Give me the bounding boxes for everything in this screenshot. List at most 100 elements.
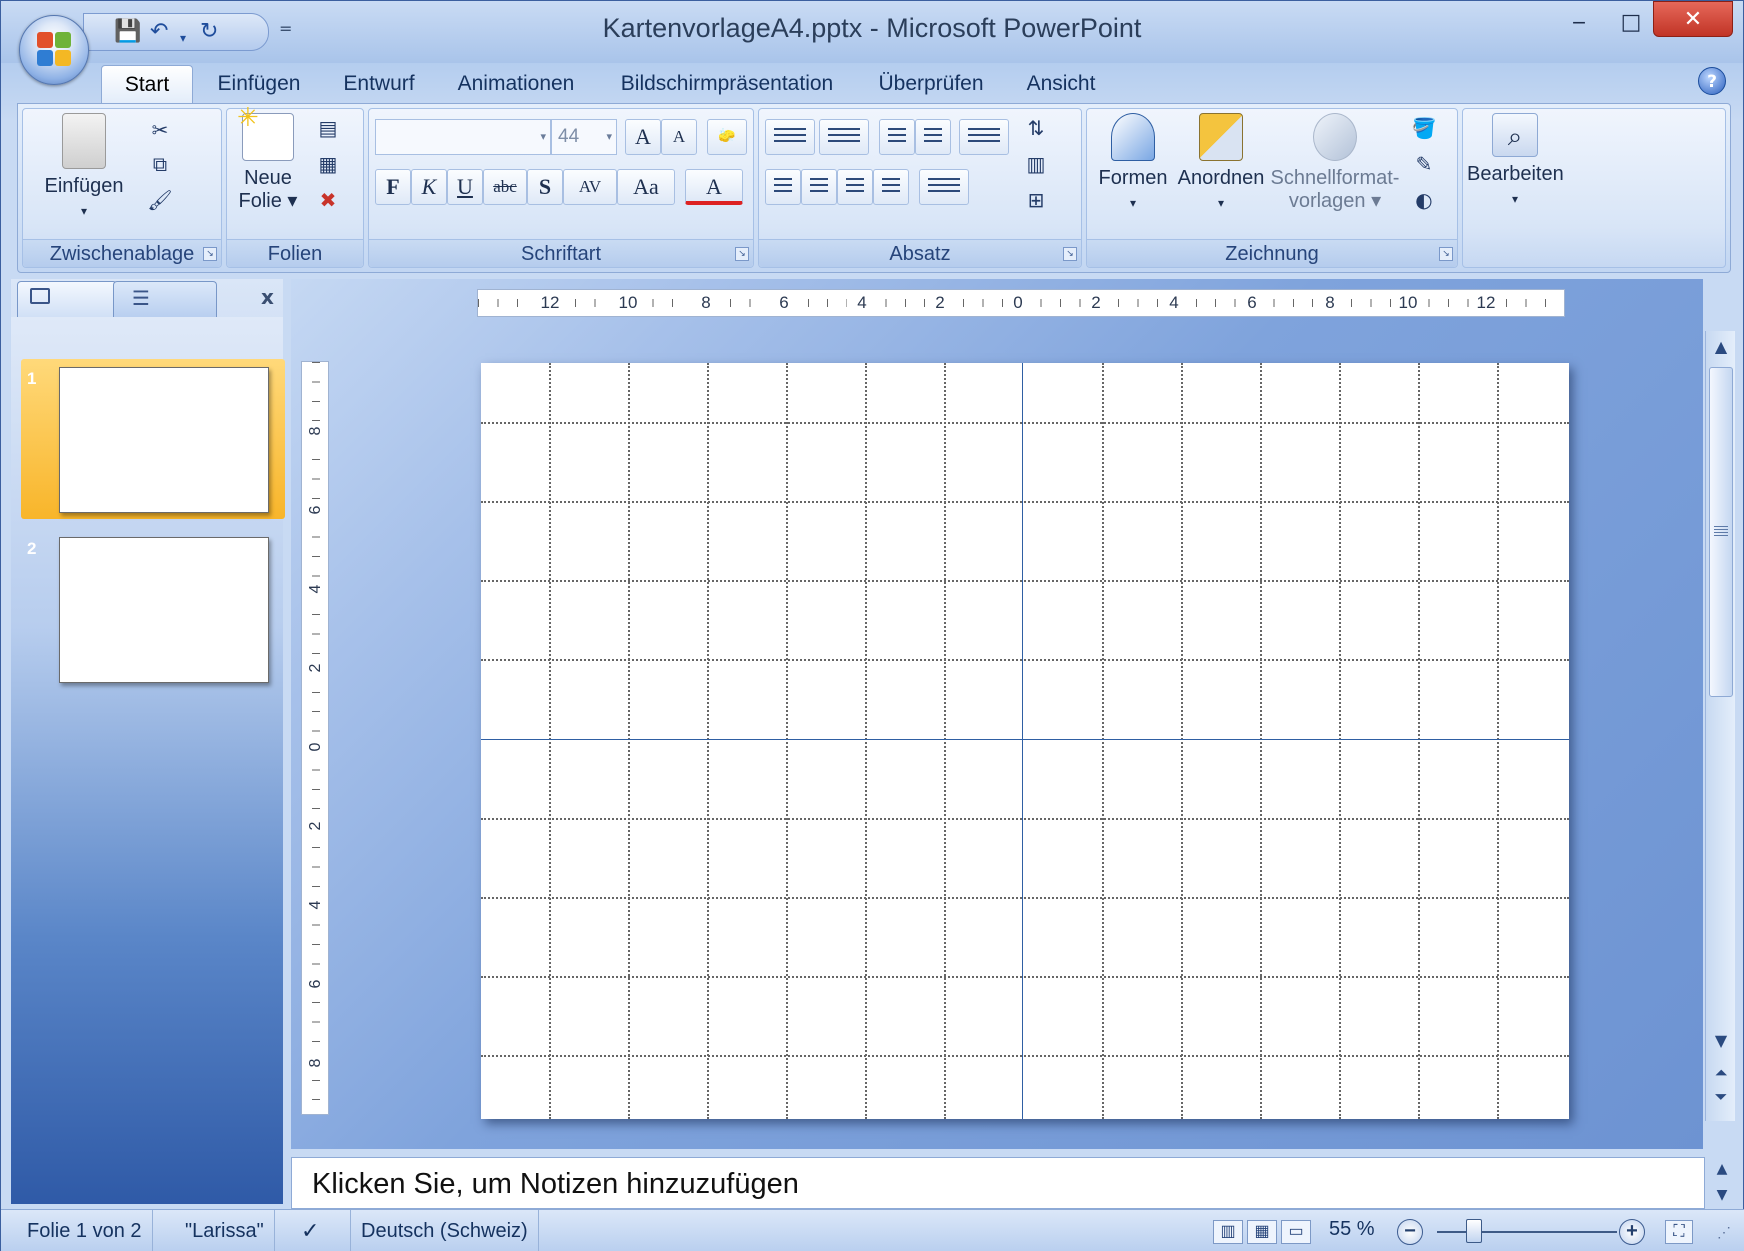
tab-animationen[interactable]: Animationen bbox=[441, 65, 591, 103]
slide-number-2: 2 bbox=[27, 539, 37, 558]
fit-to-window-icon[interactable]: ⛶ bbox=[1665, 1220, 1693, 1244]
quick-styles-button[interactable]: Schnellformat- vorlagen ▾ bbox=[1267, 113, 1403, 213]
group-clipboard: Einfügen ▾ ✂ ⧉ 🖌 Zwischenablage ↘ bbox=[22, 108, 222, 268]
slide-sorter-icon[interactable]: ▦ bbox=[1247, 1220, 1277, 1244]
strikethrough-button[interactable]: abc bbox=[483, 169, 527, 205]
zoom-out-button[interactable]: − bbox=[1397, 1219, 1423, 1245]
change-case-button[interactable]: Aa bbox=[617, 169, 675, 205]
grid-line bbox=[1339, 363, 1341, 1119]
tab-ansicht[interactable]: Ansicht bbox=[1011, 65, 1111, 103]
align-text-icon[interactable]: ▥ bbox=[1021, 149, 1051, 179]
font-launcher-icon[interactable]: ↘ bbox=[735, 247, 749, 261]
notes-scroll-down-icon[interactable]: ▼ bbox=[1711, 1187, 1733, 1203]
font-color-button[interactable]: A bbox=[685, 169, 743, 205]
close-button[interactable]: ✕ bbox=[1653, 1, 1733, 37]
copy-icon[interactable]: ⧉ bbox=[145, 149, 175, 179]
clear-format-icon[interactable]: 🧽 bbox=[707, 119, 747, 155]
scroll-up-icon[interactable]: ▲ bbox=[1710, 337, 1732, 356]
next-slide-icon[interactable]: ⏷ bbox=[1710, 1087, 1732, 1107]
resize-grip-icon[interactable]: ⋰ bbox=[1717, 1224, 1731, 1241]
new-slide-label-1: Neue bbox=[244, 167, 292, 189]
delete-slide-icon[interactable]: ✖ bbox=[313, 185, 343, 215]
editing-button[interactable]: ⌕ Bearbeiten ▾ bbox=[1467, 113, 1564, 211]
align-right-icon[interactable] bbox=[837, 169, 873, 205]
shapes-label: Formen bbox=[1098, 167, 1168, 189]
paste-label: Einfügen bbox=[44, 175, 124, 197]
tab-outline[interactable]: ☰ bbox=[113, 281, 217, 317]
font-size-combo[interactable]: 44 ▾ bbox=[551, 119, 617, 155]
font-name-combo[interactable]: ▾ bbox=[375, 119, 551, 155]
grid-line bbox=[944, 363, 946, 1119]
maximize-button[interactable]: □ bbox=[1609, 5, 1653, 41]
slideshow-icon[interactable]: ▭ bbox=[1281, 1220, 1311, 1244]
shrink-font-button[interactable]: A bbox=[661, 119, 697, 155]
notes-pane[interactable]: Klicken Sie, um Notizen hinzuzufügen bbox=[291, 1157, 1705, 1209]
align-center-icon[interactable] bbox=[801, 169, 837, 205]
scroll-down-icon[interactable]: ▼ bbox=[1710, 1031, 1732, 1050]
tab-einfuegen[interactable]: Einfügen bbox=[199, 65, 319, 103]
paragraph-launcher-icon[interactable]: ↘ bbox=[1063, 247, 1077, 261]
clipboard-launcher-icon[interactable]: ↘ bbox=[203, 247, 217, 261]
tab-start[interactable]: Start bbox=[101, 65, 193, 103]
paste-button[interactable]: Einfügen ▾ bbox=[29, 113, 139, 223]
vertical-scrollbar[interactable]: ▲ ▼ ⏶ ⏷ bbox=[1705, 331, 1735, 1121]
scroll-thumb[interactable] bbox=[1709, 367, 1733, 697]
spell-check-icon[interactable]: ✓ bbox=[291, 1210, 351, 1251]
drawing-launcher-icon[interactable]: ↘ bbox=[1439, 247, 1453, 261]
arrange-button[interactable]: Anordnen ▾ bbox=[1173, 113, 1269, 215]
bold-button[interactable]: F bbox=[375, 169, 411, 205]
tab-slides[interactable] bbox=[17, 281, 117, 317]
justify-icon[interactable] bbox=[873, 169, 909, 205]
tab-bildschirmpraesentation[interactable]: Bildschirmpräsentation bbox=[607, 65, 847, 103]
panel-close-icon[interactable]: x bbox=[261, 285, 274, 309]
text-direction-icon[interactable]: ⇅ bbox=[1021, 113, 1051, 143]
new-slide-button[interactable]: ✳ Neue Folie ▾ bbox=[233, 104, 303, 213]
align-left-icon[interactable] bbox=[765, 169, 801, 205]
binoculars-icon: ⌕ bbox=[1492, 113, 1538, 157]
shape-outline-icon[interactable]: ✎ bbox=[1409, 149, 1439, 179]
previous-slide-icon[interactable]: ⏶ bbox=[1710, 1063, 1732, 1083]
numbering-icon[interactable] bbox=[819, 119, 869, 155]
slide-thumbnail-1[interactable] bbox=[59, 367, 269, 513]
layout-icon[interactable]: ▤ bbox=[313, 113, 343, 143]
grid-line bbox=[786, 363, 788, 1119]
group-label-clipboard: Zwischenablage bbox=[23, 239, 221, 267]
grid-line bbox=[707, 363, 709, 1119]
char-spacing-button[interactable]: AV bbox=[563, 169, 617, 205]
shape-fill-icon[interactable]: 🪣 bbox=[1409, 113, 1439, 143]
office-button[interactable] bbox=[19, 15, 89, 85]
slide-canvas[interactable] bbox=[481, 363, 1569, 1119]
shapes-button[interactable]: Formen ▾ bbox=[1091, 113, 1175, 215]
zoom-level[interactable]: 55 % bbox=[1329, 1218, 1375, 1241]
zoom-slider-knob[interactable] bbox=[1466, 1219, 1482, 1243]
shape-effects-icon[interactable]: ◐ bbox=[1409, 185, 1439, 215]
bullets-icon[interactable] bbox=[765, 119, 815, 155]
language-status[interactable]: Deutsch (Schweiz) bbox=[351, 1210, 539, 1251]
normal-view-icon[interactable]: ▥ bbox=[1213, 1220, 1243, 1244]
tab-ueberpruefen[interactable]: Überprüfen bbox=[861, 65, 1001, 103]
italic-button[interactable]: K bbox=[411, 169, 447, 205]
vertical-guide[interactable] bbox=[1022, 363, 1023, 1119]
slide-thumbnails: 1 2 bbox=[11, 317, 285, 1204]
horizontal-guide[interactable] bbox=[481, 739, 1569, 740]
slide-thumbnail-2[interactable] bbox=[59, 537, 269, 683]
columns-icon[interactable] bbox=[919, 169, 969, 205]
notes-scroll-up-icon[interactable]: ▲ bbox=[1711, 1161, 1733, 1177]
help-icon[interactable]: ? bbox=[1698, 67, 1726, 95]
shadow-button[interactable]: S bbox=[527, 169, 563, 205]
minimize-button[interactable]: ‒ bbox=[1549, 5, 1609, 41]
reset-slide-icon[interactable]: ▦ bbox=[313, 149, 343, 179]
format-painter-icon[interactable]: 🖌 bbox=[145, 185, 175, 215]
line-spacing-icon[interactable] bbox=[959, 119, 1009, 155]
cut-icon[interactable]: ✂ bbox=[145, 115, 175, 145]
increase-indent-icon[interactable] bbox=[915, 119, 951, 155]
zoom-in-button[interactable]: + bbox=[1619, 1219, 1645, 1245]
shapes-icon bbox=[1111, 113, 1155, 161]
underline-button[interactable]: U bbox=[447, 169, 483, 205]
zoom-slider-track[interactable] bbox=[1437, 1231, 1617, 1233]
smartart-icon[interactable]: ⊞ bbox=[1021, 185, 1051, 215]
tab-entwurf[interactable]: Entwurf bbox=[329, 65, 429, 103]
grow-font-button[interactable]: A bbox=[625, 119, 661, 155]
grid-line bbox=[1102, 363, 1104, 1119]
decrease-indent-icon[interactable] bbox=[879, 119, 915, 155]
